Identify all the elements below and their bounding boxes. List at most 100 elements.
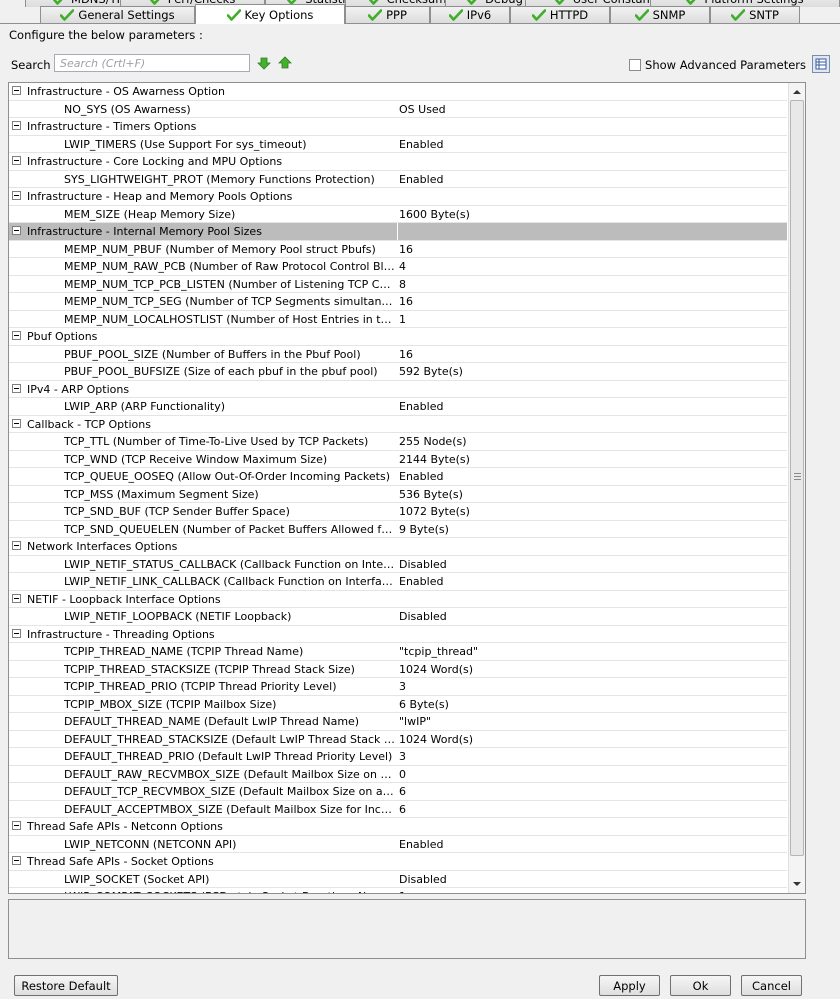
category-row[interactable]: Pbuf Options [9, 328, 787, 346]
parameter-value[interactable]: 9 Byte(s) [399, 521, 449, 539]
parameter-value[interactable]: OS Used [399, 101, 446, 119]
parameter-row[interactable]: DEFAULT_TCP_RECVMBOX_SIZE (Default Mailb… [9, 783, 787, 801]
collapse-toggle-icon[interactable] [12, 121, 21, 130]
collapse-toggle-icon[interactable] [12, 156, 21, 165]
parameter-value[interactable]: 16 [399, 346, 413, 364]
parameter-value[interactable]: 592 Byte(s) [399, 363, 463, 381]
apply-button[interactable]: Apply [599, 975, 660, 996]
parameter-row[interactable]: MEMP_NUM_PBUF (Number of Memory Pool str… [9, 241, 787, 259]
parameter-value[interactable]: 1 [399, 311, 406, 329]
parameter-row[interactable]: SYS_LIGHTWEIGHT_PROT (Memory Functions P… [9, 171, 787, 189]
parameter-row[interactable]: LWIP_SOCKET (Socket API) Disabled [9, 871, 787, 889]
tab-general-settings[interactable]: General Settings [40, 6, 195, 23]
collapse-toggle-icon[interactable] [12, 191, 21, 200]
ok-button[interactable]: Ok [670, 975, 731, 996]
collapse-toggle-icon[interactable] [12, 86, 21, 95]
category-row[interactable]: Infrastructure - Timers Options [9, 118, 787, 136]
vertical-scrollbar[interactable] [788, 83, 805, 893]
parameter-row[interactable]: DEFAULT_THREAD_NAME (Default LwIP Thread… [9, 713, 787, 731]
view-mode-grid-icon[interactable] [812, 55, 830, 73]
parameter-row[interactable]: LWIP_ARP (ARP Functionality) Enabled [9, 398, 787, 416]
search-prev-up-arrow-icon[interactable] [278, 56, 292, 70]
restore-default-button[interactable]: Restore Default [14, 975, 118, 996]
parameter-value[interactable]: Disabled [399, 556, 447, 574]
parameter-value[interactable]: 1024 Word(s) [399, 731, 473, 749]
category-row[interactable]: Infrastructure - Heap and Memory Pools O… [9, 188, 787, 206]
tab-httpd[interactable]: HTTPD [510, 6, 610, 23]
parameter-row[interactable]: MEMP_NUM_TCP_PCB_LISTEN (Number of Liste… [9, 276, 787, 294]
category-row[interactable]: Thread Safe APIs - Socket Options [9, 853, 787, 871]
parameter-row[interactable]: NO_SYS (OS Awarness) OS Used [9, 101, 787, 119]
parameter-row[interactable]: TCPIP_MBOX_SIZE (TCPIP Mailbox Size) 6 By… [9, 696, 787, 714]
parameter-value[interactable]: 8 [399, 276, 406, 294]
collapse-toggle-icon[interactable] [12, 331, 21, 340]
collapse-toggle-icon[interactable] [12, 628, 21, 638]
parameter-value[interactable]: 16 [399, 241, 413, 259]
cancel-button[interactable]: Cancel [741, 975, 802, 996]
category-row[interactable]: Infrastructure - Internal Memory Pool Si… [9, 223, 787, 241]
parameter-row[interactable]: MEMP_NUM_LOCALHOSTLIST (Number of Host E… [9, 311, 787, 329]
parameter-row[interactable]: TCP_QUEUE_OOSEQ (Allow Out-Of-Order Inco… [9, 468, 787, 486]
parameter-row[interactable]: LWIP_COMPAT_SOCKETS (BSD-style Socket Fu… [9, 888, 787, 893]
parameter-row[interactable]: TCP_TTL (Number of Time-To-Live Used by … [9, 433, 787, 451]
tab-sntp[interactable]: SNTP [710, 6, 800, 23]
show-advanced-checkbox[interactable] [629, 59, 642, 71]
parameter-value[interactable]: 4 [399, 258, 406, 276]
search-input[interactable] [54, 54, 250, 72]
parameter-value[interactable]: Enabled [399, 836, 443, 854]
parameter-value[interactable]: Enabled [399, 573, 443, 591]
parameter-value[interactable]: 3 [399, 678, 406, 696]
category-row[interactable]: Thread Safe APIs - Netconn Options [9, 818, 787, 836]
collapse-toggle-icon[interactable] [12, 226, 21, 235]
parameter-row[interactable]: DEFAULT_THREAD_PRIO (Default LwIP Thread… [9, 748, 787, 766]
parameter-row[interactable]: TCP_SND_BUF (TCP Sender Buffer Space) 107… [9, 503, 787, 521]
parameter-row[interactable]: PBUF_POOL_BUFSIZE (Size of each pbuf in … [9, 363, 787, 381]
parameter-value[interactable]: 16 [399, 293, 413, 311]
parameter-value[interactable]: 2144 Byte(s) [399, 451, 470, 469]
category-row[interactable]: Infrastructure - Threading Options [9, 626, 787, 643]
parameter-value[interactable]: Disabled [399, 608, 447, 626]
parameter-value[interactable]: 255 Node(s) [399, 433, 467, 451]
collapse-toggle-icon[interactable] [12, 541, 21, 550]
category-row[interactable]: Network Interfaces Options [9, 538, 787, 556]
parameter-row[interactable]: TCP_SND_QUEUELEN (Number of Packet Buffe… [9, 521, 787, 539]
scroll-up-arrow-icon[interactable] [792, 87, 802, 97]
tab-key-options[interactable]: Key Options [195, 4, 345, 24]
parameter-value[interactable]: Enabled [399, 468, 443, 486]
parameter-row[interactable]: TCPIP_THREAD_PRIO (TCPIP Thread Priority… [9, 678, 787, 696]
parameter-value[interactable]: Disabled [399, 871, 447, 889]
parameter-value[interactable]: 1600 Byte(s) [399, 206, 470, 224]
parameter-row[interactable]: MEMP_NUM_TCP_SEG (Number of TCP Segments… [9, 293, 787, 311]
parameter-value[interactable]: 0 [399, 766, 406, 784]
parameter-row[interactable]: DEFAULT_THREAD_STACKSIZE (Default LwIP T… [9, 731, 787, 749]
collapse-toggle-icon[interactable] [12, 383, 21, 393]
parameter-value[interactable]: 1 [399, 888, 406, 893]
search-next-down-arrow-icon[interactable] [257, 56, 271, 70]
parameter-row[interactable]: TCPIP_THREAD_NAME (TCPIP Thread Name) "tc… [9, 643, 787, 661]
category-row[interactable]: Infrastructure - Core Locking and MPU Op… [9, 153, 787, 171]
collapse-toggle-icon[interactable] [12, 593, 21, 603]
show-advanced-toggle[interactable]: Show Advanced Parameters [629, 58, 806, 72]
parameter-value[interactable]: 536 Byte(s) [399, 486, 463, 504]
parameter-value[interactable]: Enabled [399, 136, 443, 154]
parameter-row[interactable]: LWIP_NETIF_STATUS_CALLBACK (Callback Fun… [9, 556, 787, 574]
parameter-row[interactable]: TCP_WND (TCP Receive Window Maximum Size… [9, 451, 787, 469]
parameter-value[interactable]: 6 [399, 783, 406, 801]
parameter-row[interactable]: PBUF_POOL_SIZE (Number of Buffers in the… [9, 346, 787, 364]
parameter-row[interactable]: LWIP_NETIF_LOOPBACK (NETIF Loopback) Disa… [9, 608, 787, 626]
parameter-value[interactable]: 6 [399, 801, 406, 819]
parameter-row[interactable]: TCP_MSS (Maximum Segment Size) 536 Byte(s… [9, 486, 787, 504]
category-row[interactable]: Infrastructure - OS Awarness Option [9, 83, 787, 101]
tab-ipv6[interactable]: IPv6 [430, 6, 510, 23]
collapse-toggle-icon[interactable] [12, 418, 21, 428]
parameter-row[interactable]: LWIP_TIMERS (Use Support For sys_timeout… [9, 136, 787, 154]
parameter-value[interactable]: "tcpip_thread" [399, 643, 478, 661]
scroll-down-arrow-icon[interactable] [792, 879, 802, 889]
category-row[interactable]: IPv4 - ARP Options [9, 381, 787, 398]
parameter-value[interactable]: 6 Byte(s) [399, 696, 449, 714]
parameter-value[interactable]: Enabled [399, 171, 443, 189]
parameter-value[interactable]: Enabled [399, 398, 443, 416]
tab-ppp[interactable]: PPP [345, 6, 430, 23]
parameter-row[interactable]: DEFAULT_RAW_RECVMBOX_SIZE (Default Mailb… [9, 766, 787, 784]
tab-snmp[interactable]: SNMP [610, 6, 710, 23]
